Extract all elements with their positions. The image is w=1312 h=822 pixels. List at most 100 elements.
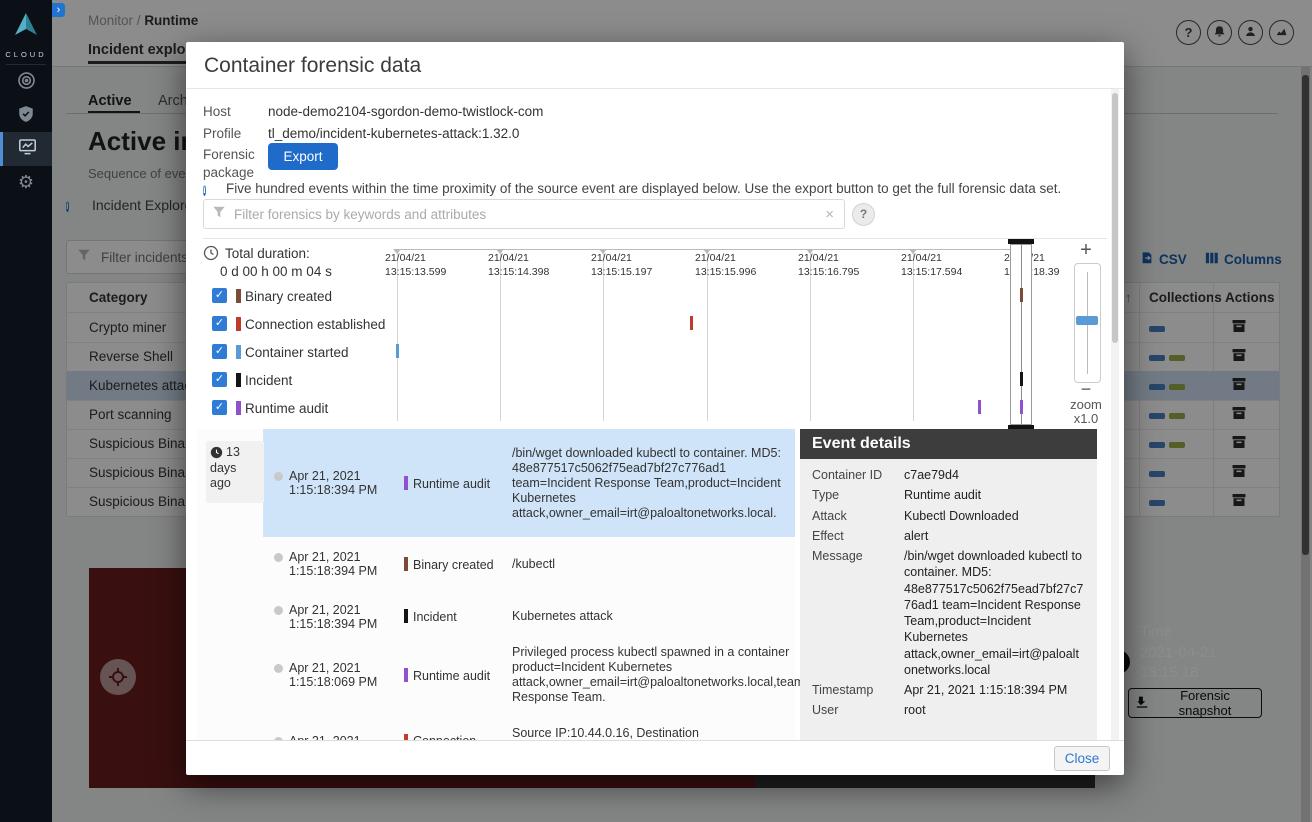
event-date-cell: Apr 21, 20211:15:18:069 PM bbox=[274, 642, 400, 708]
marker-runtime-audit-2 bbox=[1020, 400, 1023, 414]
detail-message: /bin/wget downloaded kubectl to containe… bbox=[904, 548, 1085, 678]
marker-container-started[interactable] bbox=[396, 344, 399, 358]
marker-connection-established[interactable] bbox=[690, 316, 693, 330]
profile-label: Profile bbox=[203, 126, 241, 141]
zoom-slider-handle[interactable] bbox=[1076, 316, 1098, 325]
container-forensic-modal: Container forensic data Host node-demo21… bbox=[186, 42, 1124, 775]
event-type-cell: Connection established bbox=[404, 708, 504, 740]
event-details-panel: Container IDc7ae79d4 TypeRuntime audit A… bbox=[800, 459, 1097, 740]
zoom-in-button[interactable]: + bbox=[1072, 239, 1100, 262]
modal-info-text: Five hundred events within the time prox… bbox=[226, 181, 1061, 196]
detail-label: Timestamp bbox=[812, 682, 904, 698]
clear-filter-icon[interactable]: × bbox=[823, 206, 836, 223]
forensics-filter-input[interactable] bbox=[232, 206, 823, 223]
info-icon: i bbox=[203, 180, 206, 198]
marker-binary-created bbox=[1020, 288, 1023, 302]
marker-incident bbox=[1020, 372, 1023, 386]
tick-label: 21/04/2113:15:15.197 bbox=[591, 252, 652, 279]
event-message-cell: /kubectl bbox=[512, 537, 795, 591]
close-button[interactable]: Close bbox=[1054, 746, 1110, 771]
checkbox-binary-created[interactable]: ✓ bbox=[212, 288, 227, 303]
tick-label: 21/04/2113:15:17.594 bbox=[901, 252, 962, 279]
dot-icon bbox=[274, 664, 283, 673]
legend-swatch bbox=[236, 401, 241, 415]
detail-label: Effect bbox=[812, 528, 904, 544]
event-message-cell: Privileged process kubectl spawned in a … bbox=[512, 642, 795, 708]
container-id-link[interactable]: c7ae79d4 bbox=[904, 467, 1085, 483]
sidebar-divider bbox=[6, 64, 46, 65]
time-ago-badge: 13 days ago bbox=[206, 441, 264, 503]
detail-label: User bbox=[812, 702, 904, 718]
detail-value: root bbox=[904, 702, 1085, 718]
checkbox-runtime-audit[interactable]: ✓ bbox=[212, 400, 227, 415]
forensics-filter-box[interactable]: × bbox=[203, 199, 845, 229]
radar-icon bbox=[17, 71, 36, 95]
checkbox-connection-established[interactable]: ✓ bbox=[212, 316, 227, 331]
sidebar-item-monitor[interactable] bbox=[0, 132, 52, 166]
detail-label: Type bbox=[812, 487, 904, 503]
event-date-cell: Apr 21, 20211:15:16:157 PM bbox=[274, 708, 400, 740]
export-button[interactable]: Export bbox=[268, 143, 338, 170]
dot-icon bbox=[274, 606, 283, 615]
timeline-selection-window[interactable] bbox=[1010, 244, 1032, 425]
selection-gridline bbox=[1021, 245, 1022, 424]
zoom-value: x1.0 bbox=[1060, 411, 1112, 426]
prisma-cloud-logo-icon[interactable] bbox=[0, 10, 52, 49]
detail-value: alert bbox=[904, 528, 1085, 544]
dot-icon bbox=[274, 472, 283, 481]
legend-swatch bbox=[236, 317, 241, 331]
detail-value: Kubectl Downloaded bbox=[904, 508, 1085, 524]
host-value: node-demo2104-sgordon-demo-twistlock-com bbox=[268, 104, 543, 119]
event-date-cell: Apr 21, 20211:15:18:394 PM bbox=[274, 537, 400, 591]
logo-text: CLOUD bbox=[0, 50, 52, 59]
forensic-package-label: Forensic package bbox=[203, 146, 265, 182]
detail-label: Attack bbox=[812, 508, 904, 524]
event-details-header: Event details bbox=[800, 429, 1097, 459]
modal-scrollbar-track[interactable] bbox=[1111, 89, 1119, 740]
legend-swatch bbox=[236, 289, 241, 303]
modal-scrollbar-thumb[interactable] bbox=[1112, 93, 1118, 343]
shield-check-icon bbox=[17, 105, 35, 128]
total-duration-label: Total duration: bbox=[225, 246, 310, 261]
event-type-cell: Binary created bbox=[404, 537, 504, 591]
legend-label: Runtime audit bbox=[245, 401, 328, 416]
event-row[interactable]: Apr 21, 20211:15:16:157 PM Connection es… bbox=[197, 708, 795, 740]
section-divider bbox=[203, 238, 1107, 239]
legend-swatch bbox=[236, 373, 241, 387]
event-date-cell: Apr 21, 20211:15:18:394 PM bbox=[274, 429, 400, 537]
profile-value: tl_demo/incident-kubernetes-attack:1.32.… bbox=[268, 126, 519, 141]
gear-icon: ⚙ bbox=[18, 172, 34, 193]
zoom-label: zoom bbox=[1060, 397, 1112, 412]
dot-icon bbox=[274, 553, 283, 562]
sidebar: CLOUD ⚙ bbox=[0, 0, 52, 822]
tick-label: 21/04/2113:15:16.795 bbox=[798, 252, 859, 279]
sidebar-expand-button[interactable]: › bbox=[52, 3, 65, 17]
event-message-cell: /bin/wget downloaded kubectl to containe… bbox=[512, 429, 795, 537]
sidebar-item-settings[interactable]: ⚙ bbox=[0, 165, 52, 199]
marker-runtime-audit[interactable] bbox=[978, 400, 981, 414]
modal-body: Host node-demo2104-sgordon-demo-twistloc… bbox=[186, 89, 1124, 740]
legend-label: Container started bbox=[245, 345, 349, 360]
event-row[interactable]: Apr 21, 20211:15:18:394 PM Binary create… bbox=[197, 537, 795, 592]
event-row[interactable]: Apr 21, 20211:15:18:069 PM Runtime audit… bbox=[197, 642, 795, 709]
event-row[interactable]: Apr 21, 20211:15:18:394 PM Incident Kube… bbox=[197, 591, 795, 643]
sidebar-item-radar[interactable] bbox=[0, 66, 52, 100]
zoom-slider[interactable] bbox=[1074, 263, 1101, 383]
checkbox-incident[interactable]: ✓ bbox=[212, 372, 227, 387]
screen: CLOUD ⚙ › Monitor / Runtime Incident exp… bbox=[0, 0, 1312, 822]
funnel-icon bbox=[212, 205, 226, 224]
type-color-bar bbox=[404, 557, 408, 571]
legend-label: Binary created bbox=[245, 289, 332, 304]
sidebar-item-defend[interactable] bbox=[0, 99, 52, 133]
filter-help-button[interactable]: ? bbox=[852, 203, 875, 226]
detail-value: Runtime audit bbox=[904, 487, 1085, 503]
legend-label: Connection established bbox=[245, 317, 385, 332]
event-type-cell: Incident bbox=[404, 591, 504, 642]
event-row-selected[interactable]: 13 days ago Apr 21, 20211:15:18:394 PM R… bbox=[197, 429, 795, 538]
duration-clock-icon bbox=[203, 245, 219, 266]
legend-swatch bbox=[236, 345, 241, 359]
detail-value: Apr 21, 2021 1:15:18:394 PM bbox=[904, 682, 1085, 698]
event-date-cell: Apr 21, 20211:15:18:394 PM bbox=[274, 591, 400, 642]
monitor-chart-icon bbox=[18, 137, 37, 161]
checkbox-container-started[interactable]: ✓ bbox=[212, 344, 227, 359]
